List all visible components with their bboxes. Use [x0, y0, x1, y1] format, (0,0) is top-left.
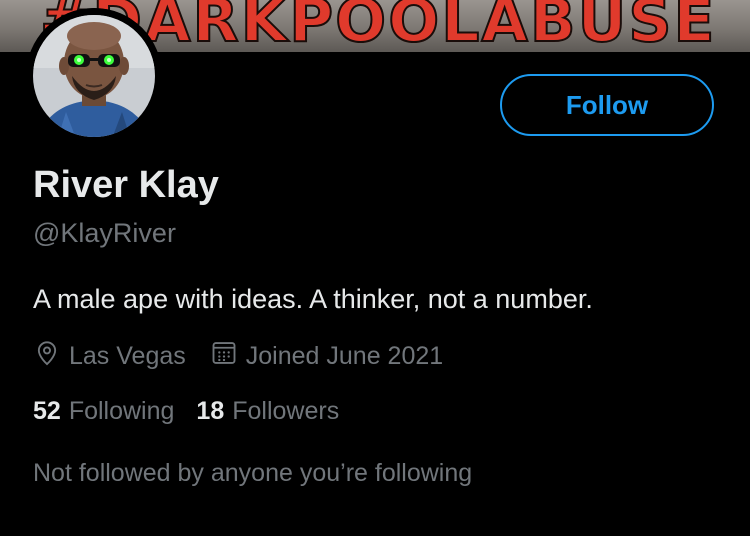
avatar[interactable]	[26, 8, 162, 144]
joined-item: Joined June 2021	[210, 339, 443, 374]
following-label: Following	[68, 397, 175, 425]
location-pin-icon	[33, 339, 69, 374]
following-link[interactable]: 52 Following	[33, 397, 174, 426]
followers-label: Followers	[232, 397, 340, 425]
followers-count: 18	[196, 397, 225, 425]
joined-text: Joined June 2021	[245, 342, 444, 370]
followers-link[interactable]: 18 Followers	[196, 397, 339, 426]
location-text: Las Vegas	[69, 342, 186, 370]
following-count: 52	[33, 397, 61, 425]
follow-button[interactable]: Follow	[500, 74, 714, 136]
calendar-icon	[210, 339, 246, 374]
user-handle: @KlayRiver	[33, 218, 176, 248]
follow-stats: 52 Following 18 Followers	[33, 397, 339, 426]
location-item: Las Vegas	[33, 339, 186, 374]
profile-meta: Las Vegas Joined June 2021	[33, 339, 443, 374]
display-name: River Klay	[33, 164, 219, 206]
followed-by-text: Not followed by anyone you’re following	[33, 459, 473, 487]
profile-bio: A male ape with ideas. A thinker, not a …	[33, 284, 593, 314]
